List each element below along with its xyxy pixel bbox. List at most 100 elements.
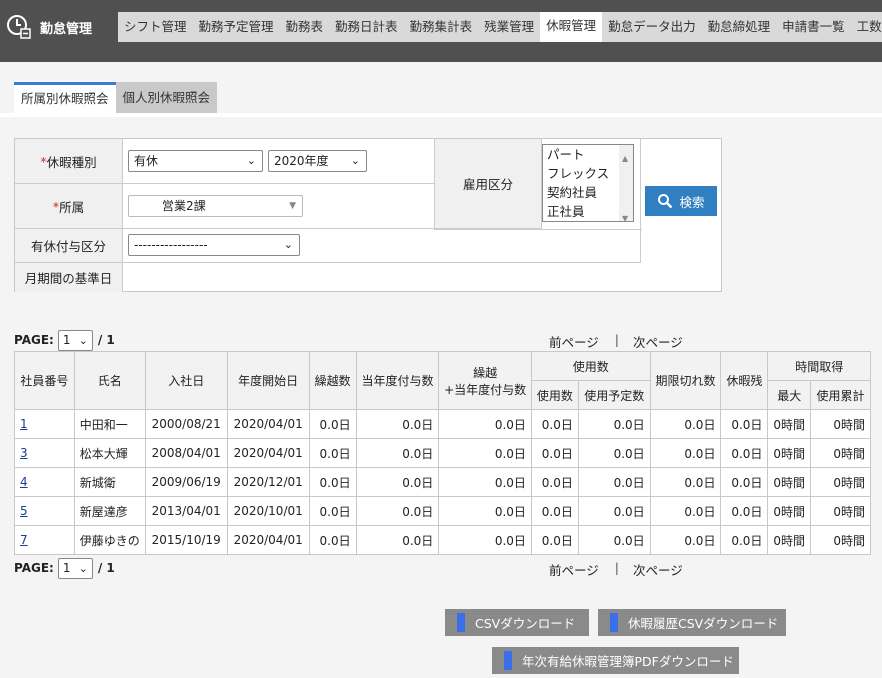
- clock-icon: [7, 15, 31, 39]
- col-fy-start: 年度開始日: [226, 351, 310, 410]
- leave-table: 社員番号 氏名 入社日 年度開始日 繰越数 当年度付与数 繰越 +当年度付与数 …: [14, 351, 871, 555]
- csv-download-button[interactable]: CSVダウンロード: [445, 609, 589, 636]
- emp-no-link[interactable]: 7: [20, 533, 28, 547]
- hourly-cumulative: 0時間: [810, 525, 871, 555]
- month-base-label: 月期間の基準日: [15, 263, 123, 292]
- search-icon: [658, 194, 673, 209]
- nav-daily-report[interactable]: 勤務日計表: [329, 12, 404, 42]
- fy-start: 2020/04/01: [226, 409, 310, 439]
- col-usage-group: 使用数: [530, 351, 651, 381]
- expired: 0.0日: [649, 467, 722, 497]
- used: 0.0日: [530, 496, 579, 526]
- col-expired: 期限切れ数: [649, 351, 722, 410]
- table-row: 7 伊藤ゆきの 2015/10/19 2020/04/01 0.0日 0.0日 …: [14, 525, 871, 555]
- hourly-max: 0時間: [767, 525, 812, 555]
- nav-applications[interactable]: 申請書一覧: [776, 12, 851, 42]
- hourly-cumulative: 0時間: [810, 496, 871, 526]
- grant: 0.0日: [355, 525, 440, 555]
- col-planned: 使用予定数: [577, 380, 651, 410]
- emp-no-link[interactable]: 4: [20, 475, 28, 489]
- pager-top: PAGE: 1 ⌄ / 1: [14, 329, 115, 351]
- annual-pdf-download-button[interactable]: 年次有給休暇管理簿PDFダウンロード: [492, 647, 739, 674]
- employment-listbox[interactable]: パート フレックス 契約社員 正社員 ▲ ▼: [542, 144, 634, 223]
- fy-start: 2020/04/01: [226, 525, 310, 555]
- table-row: 1 中田和一 2000/08/21 2020/04/01 0.0日 0.0日 0…: [14, 409, 871, 439]
- col-grant: 当年度付与数: [355, 351, 440, 410]
- pager-nav-bottom: 前ページ | 次ページ: [549, 560, 683, 579]
- grant: 0.0日: [355, 496, 440, 526]
- hourly-max: 0時間: [767, 438, 812, 468]
- hourly-max: 0時間: [767, 467, 812, 497]
- pager-nav-top: 前ページ | 次ページ: [549, 332, 683, 351]
- nav-summary[interactable]: 勤務集計表: [404, 12, 479, 42]
- app-title: 勤怠管理: [40, 21, 93, 37]
- nav-shift[interactable]: シフト管理: [118, 12, 193, 42]
- remaining: 0.0日: [720, 496, 769, 526]
- chevron-down-icon: ⌄: [283, 238, 293, 251]
- join-date: 2013/04/01: [144, 496, 228, 526]
- used: 0.0日: [530, 409, 579, 439]
- hourly-max: 0時間: [767, 496, 812, 526]
- expired: 0.0日: [649, 409, 722, 439]
- prev-page-link[interactable]: 前ページ: [549, 560, 599, 579]
- grant-select[interactable]: ----------------- ⌄: [128, 234, 300, 256]
- chevron-down-icon: ▼: [289, 201, 296, 211]
- remaining: 0.0日: [720, 409, 769, 439]
- emp-no-link[interactable]: 3: [20, 446, 28, 460]
- nav-man-hours[interactable]: 工数管理: [851, 12, 882, 42]
- emp-name: 松本大輝: [73, 438, 146, 468]
- leave-type-select[interactable]: 有休 ⌄: [128, 150, 263, 172]
- carryover: 0.0日: [308, 496, 357, 526]
- year-select[interactable]: 2020年度 ⌄: [268, 150, 367, 172]
- carryover: 0.0日: [308, 409, 357, 439]
- used: 0.0日: [530, 438, 579, 468]
- carry-plus-grant: 0.0日: [438, 438, 532, 468]
- planned: 0.0日: [577, 525, 651, 555]
- carry-plus-grant: 0.0日: [438, 409, 532, 439]
- emp-name: 新城衛: [73, 467, 146, 497]
- top-bar: 勤怠管理 シフト管理 勤務予定管理 勤務表 勤務日計表 勤務集計表 残業管理 休…: [0, 0, 882, 62]
- planned: 0.0日: [577, 409, 651, 439]
- chevron-down-icon: ⌄: [350, 154, 360, 167]
- nav-data-export[interactable]: 勤怠データ出力: [602, 12, 702, 42]
- col-emp-no: 社員番号: [14, 351, 75, 410]
- emp-name: 中田和一: [73, 409, 146, 439]
- next-page-link[interactable]: 次ページ: [633, 332, 683, 351]
- table-row: 3 松本大輝 2008/04/01 2020/04/01 0.0日 0.0日 0…: [14, 438, 871, 468]
- scroll-up-icon: ▲: [622, 154, 629, 163]
- search-button[interactable]: 検索: [645, 186, 717, 216]
- grant-label: 有休付与区分: [15, 229, 123, 263]
- scroll-down-icon: ▼: [622, 214, 629, 223]
- carry-plus-grant: 0.0日: [438, 525, 532, 555]
- remaining: 0.0日: [720, 467, 769, 497]
- tab-personal-leave[interactable]: 個人別休暇照会: [115, 82, 218, 113]
- dept-select[interactable]: 営業2課 ▼: [128, 195, 303, 217]
- planned: 0.0日: [577, 438, 651, 468]
- next-page-link[interactable]: 次ページ: [633, 560, 683, 579]
- tab-underline: [0, 113, 882, 117]
- col-used: 使用数: [530, 380, 579, 410]
- download-icon: [457, 613, 465, 632]
- nav-schedule[interactable]: 勤務予定管理: [193, 12, 280, 42]
- emp-no-link[interactable]: 1: [20, 417, 28, 431]
- page-select[interactable]: 1 ⌄: [57, 329, 93, 351]
- tab-dept-leave[interactable]: 所属別休暇照会: [14, 82, 116, 113]
- prev-page-link[interactable]: 前ページ: [549, 332, 599, 351]
- emp-no-link[interactable]: 5: [20, 504, 28, 518]
- used: 0.0日: [530, 525, 579, 555]
- col-carry-plus-grant: 繰越 +当年度付与数: [438, 351, 532, 410]
- sub-tabs: 所属別休暇照会 個人別休暇照会: [14, 82, 218, 113]
- chevron-down-icon: ⌄: [78, 561, 88, 575]
- nav-leave[interactable]: 休暇管理: [540, 12, 603, 42]
- app-brand[interactable]: 勤怠管理: [6, 12, 92, 42]
- nav-timesheet[interactable]: 勤務表: [280, 12, 330, 42]
- carryover: 0.0日: [308, 525, 357, 555]
- nav-overtime[interactable]: 残業管理: [478, 12, 540, 42]
- page-select[interactable]: 1 ⌄: [57, 557, 93, 579]
- history-csv-download-button[interactable]: 休暇履歴CSVダウンロード: [598, 609, 786, 636]
- listbox-scrollbar[interactable]: ▲ ▼: [619, 145, 633, 223]
- nav-closing[interactable]: 勤怠締処理: [702, 12, 777, 42]
- carryover: 0.0日: [308, 438, 357, 468]
- carry-plus-grant: 0.0日: [438, 496, 532, 526]
- remaining: 0.0日: [720, 438, 769, 468]
